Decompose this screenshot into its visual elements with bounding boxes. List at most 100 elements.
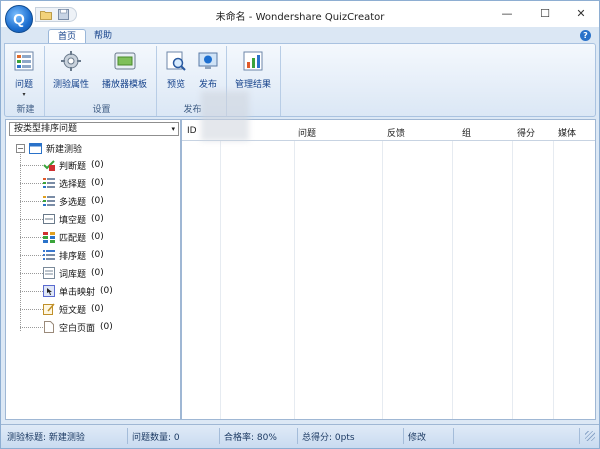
grid-column-divider bbox=[382, 141, 383, 419]
chevron-down-icon: ▾ bbox=[22, 91, 26, 98]
group-label-settings: 设置 bbox=[92, 105, 111, 115]
status-quiz-title: 测验标题: 新建测验 bbox=[7, 433, 85, 443]
tree-item-multiple-response[interactable]: 多选题 (0) bbox=[20, 194, 104, 208]
publish-label: 发布 bbox=[198, 80, 217, 90]
column-header-group[interactable]: 组 bbox=[462, 126, 471, 139]
tree-item-multiple-choice[interactable]: 选择题 (0) bbox=[20, 176, 104, 190]
tree-item-count: (0) bbox=[91, 304, 104, 314]
column-header-question[interactable]: 问题 bbox=[298, 126, 316, 139]
tree-item-word-bank[interactable]: 词库题 (0) bbox=[20, 266, 104, 280]
grid-column-divider bbox=[294, 141, 295, 419]
status-question-count: 问题数量: 0 bbox=[132, 433, 180, 443]
tree-item-fill-blank[interactable]: 填空题 (0) bbox=[20, 212, 104, 226]
title-bar: Q 未命名 - Wondershare QuizCreator — ☐ ✕ bbox=[1, 1, 599, 33]
app-window: Q 未命名 - Wondershare QuizCreator — ☐ ✕ 首页… bbox=[0, 0, 600, 449]
column-header-media[interactable]: 媒体 bbox=[558, 126, 576, 139]
tree-item-count: (0) bbox=[91, 250, 104, 260]
tree-item-count: (0) bbox=[91, 232, 104, 242]
matching-icon bbox=[43, 232, 55, 243]
tab-help[interactable]: 帮助 bbox=[85, 29, 121, 44]
tree-item-label: 排序题 bbox=[59, 251, 87, 262]
player-template-label: 播放器模板 bbox=[102, 80, 148, 90]
close-button[interactable]: ✕ bbox=[567, 4, 595, 22]
maximize-button[interactable]: ☐ bbox=[531, 4, 559, 22]
multiple-response-icon bbox=[43, 196, 55, 206]
publish-icon bbox=[198, 52, 218, 69]
quiz-icon bbox=[29, 143, 42, 154]
preview-button[interactable]: 预览 bbox=[165, 50, 187, 90]
quiz-properties-button[interactable]: 测验属性 bbox=[53, 50, 89, 90]
group-label-new: 新建 bbox=[16, 105, 35, 115]
question-grid: ID 问题 反馈 组 得分 媒体 bbox=[181, 119, 596, 420]
tree-item-count: (0) bbox=[91, 214, 104, 224]
tree-item-count: (0) bbox=[100, 286, 113, 296]
tree-item-click-map[interactable]: 单击映射 (0) bbox=[20, 284, 113, 298]
question-button[interactable]: 问题 ▾ bbox=[13, 50, 35, 98]
fill-blank-icon bbox=[43, 214, 55, 224]
tree-item-short-essay[interactable]: 短文题 (0) bbox=[20, 302, 104, 316]
tree-item-sequence[interactable]: 排序题 (0) bbox=[20, 248, 104, 262]
grid-column-divider bbox=[452, 141, 453, 419]
status-bar: 测验标题: 新建测验 问题数量: 0 合格率: 80% 总得分: 0pts 修改 bbox=[1, 424, 599, 448]
grid-column-divider bbox=[512, 141, 513, 419]
minimize-button[interactable]: — bbox=[493, 4, 521, 22]
ribbon-tabs: 首页 帮助 ? bbox=[1, 27, 599, 44]
question-button-label: 问题 bbox=[14, 80, 33, 90]
template-icon bbox=[114, 52, 135, 70]
question-icon bbox=[14, 51, 34, 71]
gear-icon bbox=[61, 51, 81, 71]
publish-button[interactable]: 发布 bbox=[197, 50, 219, 90]
chevron-down-icon: ▾ bbox=[171, 125, 175, 133]
tree-item-count: (0) bbox=[91, 160, 104, 170]
tree-root-label: 新建测验 bbox=[46, 145, 83, 155]
manage-results-label: 管理结果 bbox=[235, 80, 272, 90]
ribbon: 问题 ▾ 新建 测验属性 播放器模板 设置 预览 发布 发布 管理结果 bbox=[4, 43, 596, 117]
tree-item-count: (0) bbox=[91, 196, 104, 206]
sequence-icon bbox=[43, 250, 55, 260]
tree-item-label: 单击映射 bbox=[59, 287, 96, 298]
status-modified: 修改 bbox=[408, 433, 427, 443]
status-total-score: 总得分: 0pts bbox=[302, 433, 355, 443]
help-icon[interactable]: ? bbox=[580, 30, 591, 41]
column-header-feedback[interactable]: 反馈 bbox=[387, 126, 405, 139]
tree-item-count: (0) bbox=[100, 322, 113, 332]
tree-item-label: 填空题 bbox=[59, 215, 87, 226]
grid-column-divider bbox=[553, 141, 554, 419]
tab-home[interactable]: 首页 bbox=[48, 29, 87, 44]
click-map-icon bbox=[43, 285, 55, 297]
tree-item-label: 短文题 bbox=[59, 305, 87, 316]
column-header-id[interactable]: ID bbox=[187, 126, 197, 136]
tree-item-label: 多选题 bbox=[59, 197, 87, 208]
tree-item-label: 词库题 bbox=[59, 269, 87, 280]
player-template-button[interactable]: 播放器模板 bbox=[102, 50, 147, 90]
word-bank-icon bbox=[43, 267, 55, 279]
tree-item-label: 选择题 bbox=[59, 179, 87, 190]
preview-icon bbox=[166, 51, 186, 71]
blurred-region bbox=[201, 91, 249, 141]
manage-results-icon bbox=[243, 51, 263, 71]
collapse-icon[interactable]: − bbox=[16, 144, 25, 153]
multiple-choice-icon bbox=[43, 178, 55, 188]
ribbon-group-settings: 测验属性 播放器模板 设置 bbox=[47, 46, 157, 116]
tree-root[interactable]: − 新建测验 bbox=[16, 142, 82, 155]
resize-grip-icon[interactable] bbox=[585, 431, 595, 441]
tree-item-count: (0) bbox=[91, 178, 104, 188]
tree-item-blank-page[interactable]: 空白页面 (0) bbox=[20, 320, 113, 334]
quiz-properties-label: 测验属性 bbox=[53, 80, 90, 90]
tree-item-true-false[interactable]: 判断题 (0) bbox=[20, 158, 104, 172]
status-pass-rate: 合格率: 80% bbox=[224, 433, 277, 443]
blank-page-icon bbox=[44, 321, 54, 333]
tree-item-label: 空白页面 bbox=[59, 323, 96, 334]
app-logo-button[interactable]: Q bbox=[5, 5, 33, 33]
preview-label: 预览 bbox=[166, 80, 185, 90]
true-false-icon bbox=[43, 160, 55, 171]
tree-item-matching[interactable]: 匹配题 (0) bbox=[20, 230, 104, 244]
tree-item-label: 判断题 bbox=[59, 161, 87, 172]
sort-select[interactable]: 按类型排序问题 ▾ bbox=[9, 122, 179, 136]
short-essay-icon bbox=[43, 303, 55, 315]
question-tree-panel: 按类型排序问题 ▾ − 新建测验 判断题 (0) 选择题 (0) 多选题 (0)… bbox=[5, 119, 181, 420]
manage-results-button[interactable]: 管理结果 bbox=[235, 50, 271, 90]
grid-column-divider bbox=[220, 141, 221, 419]
tree-item-count: (0) bbox=[91, 268, 104, 278]
column-header-score[interactable]: 得分 bbox=[517, 126, 535, 139]
